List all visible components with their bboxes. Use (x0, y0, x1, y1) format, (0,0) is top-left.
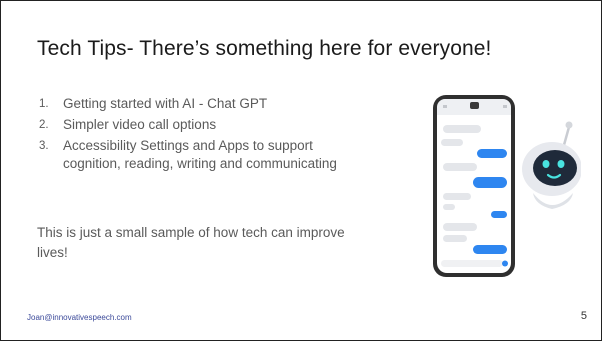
list-item-text: Getting started with AI - Chat GPT (63, 96, 268, 111)
slide: Tech Tips- There’s something here for ev… (0, 0, 602, 341)
smartphone-icon (433, 95, 515, 277)
list-item-number: 2. (39, 119, 49, 131)
list-item: 2. Simpler video call options (39, 116, 369, 134)
page-number: 5 (580, 310, 587, 322)
list-item-text: Accessibility Settings and Apps to suppo… (63, 138, 337, 171)
chatbot-robot-icon (522, 121, 581, 209)
tagline: This is just a small sample of how tech … (37, 225, 345, 260)
list-item: 3. Accessibility Settings and Apps to su… (39, 137, 369, 173)
list-item-number: 3. (39, 140, 49, 152)
list-item: 1. Getting started with AI - Chat GPT (39, 95, 369, 113)
slide-title: Tech Tips- There’s something here for ev… (37, 37, 492, 60)
list-item-number: 1. (39, 98, 49, 110)
footer-email: Joan@innovativespeech.com (27, 313, 132, 322)
tips-list: 1. Getting started with AI - Chat GPT 2.… (39, 95, 369, 176)
list-item-text: Simpler video call options (63, 117, 217, 132)
phone-chatbot-illustration (433, 95, 581, 277)
